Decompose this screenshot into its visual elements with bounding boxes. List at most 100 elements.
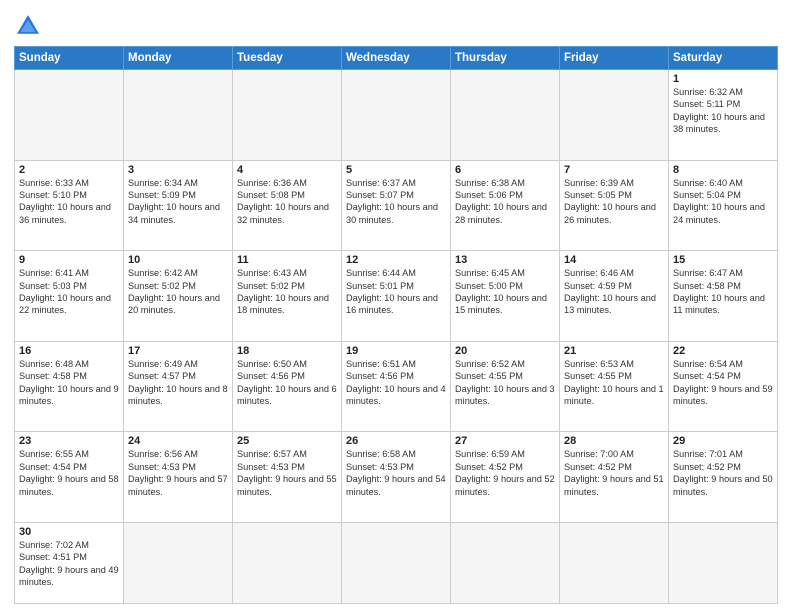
day-number: 8 <box>673 164 773 176</box>
day-info: Sunrise: 6:58 AM Sunset: 4:53 PM Dayligh… <box>346 448 446 498</box>
calendar-cell: 3Sunrise: 6:34 AM Sunset: 5:09 PM Daylig… <box>124 160 233 251</box>
day-info: Sunrise: 6:38 AM Sunset: 5:06 PM Dayligh… <box>455 177 555 227</box>
calendar-cell <box>233 523 342 604</box>
day-number: 17 <box>128 345 228 357</box>
day-number: 29 <box>673 435 773 447</box>
calendar-cell: 28Sunrise: 7:00 AM Sunset: 4:52 PM Dayli… <box>560 432 669 523</box>
calendar-cell <box>124 523 233 604</box>
calendar-cell: 15Sunrise: 6:47 AM Sunset: 4:58 PM Dayli… <box>669 251 778 342</box>
calendar-cell: 9Sunrise: 6:41 AM Sunset: 5:03 PM Daylig… <box>15 251 124 342</box>
calendar-cell <box>669 523 778 604</box>
weekday-header-row: SundayMondayTuesdayWednesdayThursdayFrid… <box>15 47 778 70</box>
calendar-cell: 18Sunrise: 6:50 AM Sunset: 4:56 PM Dayli… <box>233 341 342 432</box>
calendar-cell <box>233 70 342 161</box>
calendar-cell: 12Sunrise: 6:44 AM Sunset: 5:01 PM Dayli… <box>342 251 451 342</box>
day-info: Sunrise: 6:43 AM Sunset: 5:02 PM Dayligh… <box>237 267 337 317</box>
day-number: 23 <box>19 435 119 447</box>
day-info: Sunrise: 6:54 AM Sunset: 4:54 PM Dayligh… <box>673 358 773 408</box>
day-info: Sunrise: 6:57 AM Sunset: 4:53 PM Dayligh… <box>237 448 337 498</box>
calendar-cell: 13Sunrise: 6:45 AM Sunset: 5:00 PM Dayli… <box>451 251 560 342</box>
day-number: 2 <box>19 164 119 176</box>
calendar-cell <box>560 70 669 161</box>
calendar-cell: 6Sunrise: 6:38 AM Sunset: 5:06 PM Daylig… <box>451 160 560 251</box>
weekday-thursday: Thursday <box>451 47 560 70</box>
calendar-cell <box>342 70 451 161</box>
calendar-cell: 29Sunrise: 7:01 AM Sunset: 4:52 PM Dayli… <box>669 432 778 523</box>
week-row-2: 9Sunrise: 6:41 AM Sunset: 5:03 PM Daylig… <box>15 251 778 342</box>
day-info: Sunrise: 6:44 AM Sunset: 5:01 PM Dayligh… <box>346 267 446 317</box>
calendar-cell: 30Sunrise: 7:02 AM Sunset: 4:51 PM Dayli… <box>15 523 124 604</box>
day-info: Sunrise: 6:52 AM Sunset: 4:55 PM Dayligh… <box>455 358 555 408</box>
day-number: 11 <box>237 254 337 266</box>
calendar-cell <box>451 523 560 604</box>
day-number: 21 <box>564 345 664 357</box>
day-info: Sunrise: 6:33 AM Sunset: 5:10 PM Dayligh… <box>19 177 119 227</box>
day-info: Sunrise: 6:49 AM Sunset: 4:57 PM Dayligh… <box>128 358 228 408</box>
day-number: 1 <box>673 73 773 85</box>
day-number: 22 <box>673 345 773 357</box>
calendar-cell <box>451 70 560 161</box>
page: SundayMondayTuesdayWednesdayThursdayFrid… <box>0 0 792 612</box>
weekday-monday: Monday <box>124 47 233 70</box>
calendar-cell: 23Sunrise: 6:55 AM Sunset: 4:54 PM Dayli… <box>15 432 124 523</box>
day-number: 6 <box>455 164 555 176</box>
calendar-cell <box>560 523 669 604</box>
calendar-cell <box>342 523 451 604</box>
calendar-cell: 14Sunrise: 6:46 AM Sunset: 4:59 PM Dayli… <box>560 251 669 342</box>
day-number: 26 <box>346 435 446 447</box>
day-info: Sunrise: 6:41 AM Sunset: 5:03 PM Dayligh… <box>19 267 119 317</box>
day-number: 15 <box>673 254 773 266</box>
weekday-saturday: Saturday <box>669 47 778 70</box>
day-number: 19 <box>346 345 446 357</box>
day-number: 4 <box>237 164 337 176</box>
day-info: Sunrise: 6:34 AM Sunset: 5:09 PM Dayligh… <box>128 177 228 227</box>
day-info: Sunrise: 6:42 AM Sunset: 5:02 PM Dayligh… <box>128 267 228 317</box>
calendar-cell: 25Sunrise: 6:57 AM Sunset: 4:53 PM Dayli… <box>233 432 342 523</box>
day-info: Sunrise: 6:46 AM Sunset: 4:59 PM Dayligh… <box>564 267 664 317</box>
day-number: 28 <box>564 435 664 447</box>
day-info: Sunrise: 6:50 AM Sunset: 4:56 PM Dayligh… <box>237 358 337 408</box>
calendar-cell: 5Sunrise: 6:37 AM Sunset: 5:07 PM Daylig… <box>342 160 451 251</box>
calendar-table: SundayMondayTuesdayWednesdayThursdayFrid… <box>14 46 778 604</box>
day-number: 10 <box>128 254 228 266</box>
calendar-cell <box>124 70 233 161</box>
day-info: Sunrise: 6:45 AM Sunset: 5:00 PM Dayligh… <box>455 267 555 317</box>
week-row-3: 16Sunrise: 6:48 AM Sunset: 4:58 PM Dayli… <box>15 341 778 432</box>
calendar-cell: 24Sunrise: 6:56 AM Sunset: 4:53 PM Dayli… <box>124 432 233 523</box>
weekday-tuesday: Tuesday <box>233 47 342 70</box>
day-info: Sunrise: 6:51 AM Sunset: 4:56 PM Dayligh… <box>346 358 446 408</box>
week-row-0: 1Sunrise: 6:32 AM Sunset: 5:11 PM Daylig… <box>15 70 778 161</box>
day-info: Sunrise: 6:59 AM Sunset: 4:52 PM Dayligh… <box>455 448 555 498</box>
week-row-4: 23Sunrise: 6:55 AM Sunset: 4:54 PM Dayli… <box>15 432 778 523</box>
day-info: Sunrise: 6:36 AM Sunset: 5:08 PM Dayligh… <box>237 177 337 227</box>
calendar-cell: 26Sunrise: 6:58 AM Sunset: 4:53 PM Dayli… <box>342 432 451 523</box>
day-number: 16 <box>19 345 119 357</box>
day-info: Sunrise: 7:01 AM Sunset: 4:52 PM Dayligh… <box>673 448 773 498</box>
day-number: 24 <box>128 435 228 447</box>
calendar-cell: 20Sunrise: 6:52 AM Sunset: 4:55 PM Dayli… <box>451 341 560 432</box>
header <box>14 12 778 40</box>
calendar-cell: 27Sunrise: 6:59 AM Sunset: 4:52 PM Dayli… <box>451 432 560 523</box>
day-info: Sunrise: 6:32 AM Sunset: 5:11 PM Dayligh… <box>673 86 773 136</box>
calendar-cell: 10Sunrise: 6:42 AM Sunset: 5:02 PM Dayli… <box>124 251 233 342</box>
day-number: 18 <box>237 345 337 357</box>
day-number: 20 <box>455 345 555 357</box>
day-number: 3 <box>128 164 228 176</box>
day-number: 13 <box>455 254 555 266</box>
day-info: Sunrise: 6:47 AM Sunset: 4:58 PM Dayligh… <box>673 267 773 317</box>
day-info: Sunrise: 6:56 AM Sunset: 4:53 PM Dayligh… <box>128 448 228 498</box>
day-number: 5 <box>346 164 446 176</box>
week-row-5: 30Sunrise: 7:02 AM Sunset: 4:51 PM Dayli… <box>15 523 778 604</box>
day-info: Sunrise: 6:48 AM Sunset: 4:58 PM Dayligh… <box>19 358 119 408</box>
calendar-cell <box>15 70 124 161</box>
week-row-1: 2Sunrise: 6:33 AM Sunset: 5:10 PM Daylig… <box>15 160 778 251</box>
calendar-cell: 7Sunrise: 6:39 AM Sunset: 5:05 PM Daylig… <box>560 160 669 251</box>
logo-icon <box>14 12 42 40</box>
day-number: 9 <box>19 254 119 266</box>
calendar-cell: 19Sunrise: 6:51 AM Sunset: 4:56 PM Dayli… <box>342 341 451 432</box>
logo <box>14 12 46 40</box>
day-info: Sunrise: 7:02 AM Sunset: 4:51 PM Dayligh… <box>19 539 119 589</box>
day-number: 12 <box>346 254 446 266</box>
day-number: 25 <box>237 435 337 447</box>
day-info: Sunrise: 6:37 AM Sunset: 5:07 PM Dayligh… <box>346 177 446 227</box>
